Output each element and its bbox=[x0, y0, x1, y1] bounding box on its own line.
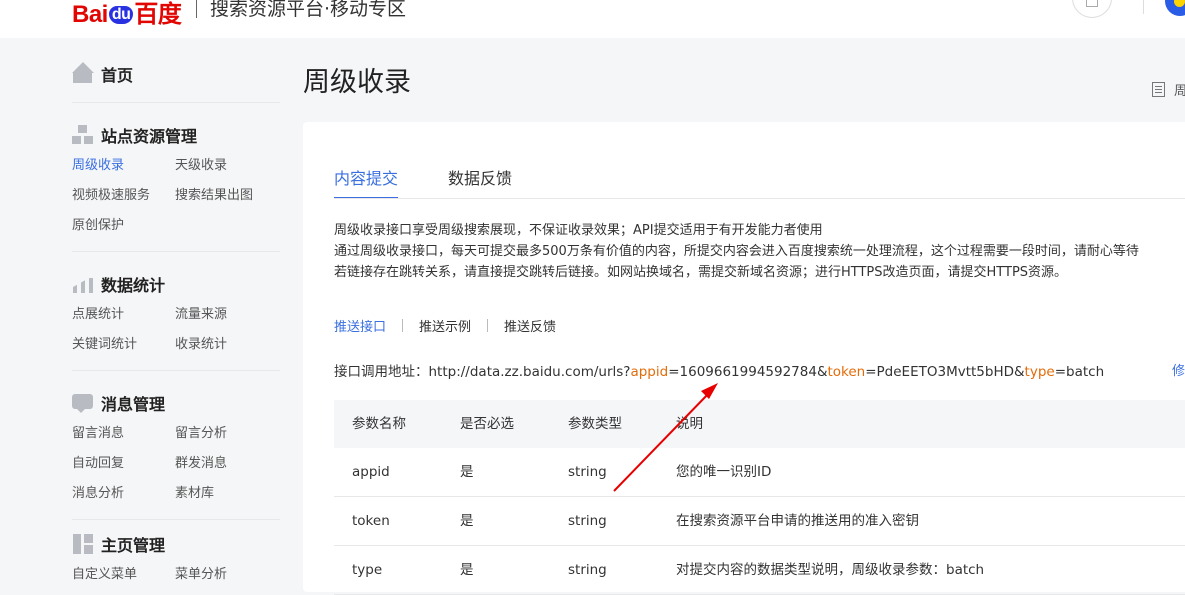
sidebar-divider bbox=[72, 519, 280, 520]
header-divider-right bbox=[1143, 0, 1144, 14]
site-icon bbox=[72, 125, 94, 145]
table-cell: string bbox=[568, 464, 607, 480]
api-url-base: http://data.zz.baidu.com/urls? bbox=[428, 364, 631, 380]
sidebar-item-auto-reply[interactable]: 自动回复 bbox=[72, 455, 175, 473]
top-header: Bai du 百度 搜索资源平台·移动专区 bbox=[0, 0, 1185, 38]
sidebar-item-menu-analysis[interactable]: 菜单分析 bbox=[175, 566, 282, 584]
api-url-label: 接口调用地址： bbox=[334, 364, 429, 380]
sidebar-item-custom-menu[interactable]: 自定义菜单 bbox=[72, 566, 175, 584]
api-param-key: token bbox=[827, 364, 866, 380]
doc-link-label: 周 bbox=[1174, 84, 1185, 99]
table-cell: string bbox=[568, 513, 607, 529]
sidebar-item-home[interactable]: 首页 bbox=[72, 52, 282, 96]
header-divider bbox=[196, 0, 197, 18]
sidebar-divider bbox=[72, 102, 280, 103]
param-table: 参数名称 是否必选 参数类型 说明 appid 是 string 您的唯一识别I… bbox=[334, 400, 1185, 595]
baidu-logo[interactable]: Bai du 百度 bbox=[72, 0, 182, 29]
page-title: 周级收录 bbox=[303, 67, 411, 98]
sidebar-group-title: 首页 bbox=[101, 66, 134, 85]
table-cell: token bbox=[352, 513, 390, 529]
doc-link[interactable]: 周 bbox=[1152, 80, 1185, 99]
sidebar-item-original[interactable]: 原创保护 bbox=[72, 217, 175, 235]
subtab-divider bbox=[402, 319, 404, 332]
sidebar-group-stats: 数据统计 点展统计 流量来源 关键词统计 收录统计 bbox=[72, 262, 282, 371]
description: 周级收录接口享受周级搜索展现，不保证收录效果；API提交适用于有开发能力者使用 … bbox=[334, 220, 1139, 283]
sidebar-item-assets[interactable]: 素材库 bbox=[175, 485, 282, 503]
table-cell: string bbox=[568, 562, 607, 578]
table-cell: 是 bbox=[460, 464, 474, 480]
table-row: appid 是 string 您的唯一识别ID bbox=[334, 448, 1185, 497]
document-icon bbox=[1152, 82, 1165, 97]
subtab-divider bbox=[487, 319, 489, 332]
api-param-key: type bbox=[1024, 364, 1055, 380]
edit-link[interactable]: 修 bbox=[1172, 360, 1185, 379]
sidebar-group-messages: 消息管理 留言消息 留言分析 自动回复 群发消息 消息分析 素材库 bbox=[72, 381, 282, 520]
sidebar-group-title-stats: 数据统计 bbox=[72, 262, 282, 306]
column-header: 说明 bbox=[676, 416, 703, 432]
subtab-push-api[interactable]: 推送接口 bbox=[334, 316, 402, 335]
column-header: 是否必选 bbox=[460, 416, 514, 432]
chart-icon bbox=[72, 274, 94, 294]
api-param-key: appid bbox=[630, 364, 669, 380]
sidebar-item-search-image[interactable]: 搜索结果出图 bbox=[175, 187, 282, 205]
platform-title: 搜索资源平台·移动专区 bbox=[210, 0, 407, 20]
sidebar-item-daily[interactable]: 天级收录 bbox=[175, 157, 282, 175]
description-line: 通过周级收录接口，每天可提交最多500万条有价值的内容，所提交内容会进入百度搜索… bbox=[334, 244, 1139, 259]
sidebar-group-homepage: 主页管理 自定义菜单 菜单分析 bbox=[72, 522, 282, 584]
sidebar-item-message-analysis[interactable]: 消息分析 bbox=[72, 485, 175, 503]
sidebar-group-title-site: 站点资源管理 bbox=[72, 113, 282, 157]
sidebar-item-comments[interactable]: 留言消息 bbox=[72, 425, 175, 443]
table-cell: type bbox=[352, 562, 383, 578]
api-url: 接口调用地址：http://data.zz.baidu.com/urls?app… bbox=[334, 360, 1104, 380]
description-line: 周级收录接口享受周级搜索展现，不保证收录效果；API提交适用于有开发能力者使用 bbox=[334, 223, 823, 238]
sidebar-divider bbox=[72, 251, 280, 252]
sidebar-group-title: 数据统计 bbox=[101, 276, 166, 295]
tab-divider bbox=[334, 198, 1185, 199]
sidebar-item-click-stats[interactable]: 点展统计 bbox=[72, 306, 175, 324]
table-cell: 对提交内容的数据类型说明，周级收录参数：batch bbox=[676, 562, 985, 578]
api-param-value: =1609661994592784& bbox=[668, 364, 828, 380]
sidebar-group-title-homepage: 主页管理 bbox=[72, 522, 282, 566]
table-row: token 是 string 在搜索资源平台申请的推送用的准入密钥 bbox=[334, 497, 1185, 546]
subtab-push-feedback[interactable]: 推送反馈 bbox=[504, 316, 572, 335]
table-cell: 是 bbox=[460, 513, 474, 529]
table-header: 参数名称 是否必选 参数类型 说明 bbox=[334, 400, 1185, 448]
table-cell: appid bbox=[352, 464, 390, 480]
sidebar-group-title: 消息管理 bbox=[101, 395, 166, 414]
api-param-value: =PdeEETO3Mvtt5bHD& bbox=[865, 364, 1025, 380]
column-header: 参数类型 bbox=[568, 416, 622, 432]
page-icon bbox=[72, 534, 94, 554]
message-icon bbox=[72, 393, 94, 413]
sidebar-divider bbox=[72, 370, 280, 371]
inbox-icon bbox=[1086, 0, 1098, 7]
table-row: type 是 string 对提交内容的数据类型说明，周级收录参数：batch bbox=[334, 546, 1185, 595]
table-cell: 是 bbox=[460, 562, 474, 578]
tab-bar: 内容提交 数据反馈 bbox=[334, 162, 562, 199]
sidebar-item-video[interactable]: 视频极速服务 bbox=[72, 187, 175, 205]
home-icon bbox=[72, 62, 94, 84]
sidebar-item-broadcast[interactable]: 群发消息 bbox=[175, 455, 282, 473]
sub-tab-bar: 推送接口 推送示例 推送反馈 bbox=[334, 316, 572, 335]
sidebar-group-site: 站点资源管理 周级收录 天级收录 视频极速服务 搜索结果出图 原创保护 bbox=[72, 113, 282, 252]
sidebar-item-comment-analysis[interactable]: 留言分析 bbox=[175, 425, 282, 443]
sidebar-item-keywords[interactable]: 关键词统计 bbox=[72, 336, 175, 354]
table-cell: 您的唯一识别ID bbox=[676, 464, 772, 480]
sidebar-group-home: 首页 bbox=[72, 52, 282, 103]
sidebar-item-traffic[interactable]: 流量来源 bbox=[175, 306, 282, 324]
sidebar-group-title: 主页管理 bbox=[101, 536, 166, 555]
paw-icon: du bbox=[108, 6, 134, 24]
subtab-push-example[interactable]: 推送示例 bbox=[419, 316, 487, 335]
table-cell: 在搜索资源平台申请的推送用的准入密钥 bbox=[676, 513, 919, 529]
column-header: 参数名称 bbox=[352, 416, 406, 432]
tab-data-feedback[interactable]: 数据反馈 bbox=[448, 162, 512, 198]
sidebar: 首页 站点资源管理 周级收录 天级收录 视频极速服务 搜索结果出图 原创保护 数… bbox=[72, 52, 282, 584]
sidebar-item-index-stats[interactable]: 收录统计 bbox=[175, 336, 282, 354]
description-line: 若链接存在跳转关系，请直接提交跳转后链接。如网站换域名，需提交新域名资源；进行H… bbox=[334, 265, 1068, 280]
tab-content-submit[interactable]: 内容提交 bbox=[334, 162, 399, 199]
sidebar-group-title-messages: 消息管理 bbox=[72, 381, 282, 425]
content-card: 内容提交 数据反馈 周级收录接口享受周级搜索展现，不保证收录效果；API提交适用… bbox=[303, 122, 1185, 595]
api-param-value: =batch bbox=[1054, 364, 1105, 380]
sidebar-group-title: 站点资源管理 bbox=[101, 127, 198, 146]
sidebar-item-weekly[interactable]: 周级收录 bbox=[72, 157, 175, 175]
